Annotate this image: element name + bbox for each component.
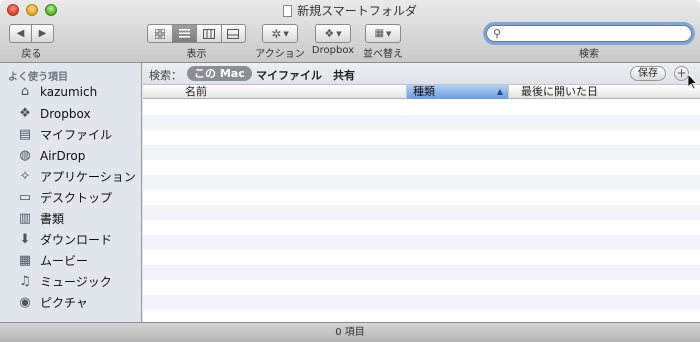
sidebar-item-label: デスクトップ [40,191,113,205]
list-view-icon[interactable] [172,25,197,42]
chevron-down-icon: ▼ [283,29,289,38]
movies-icon: ▦ [18,253,32,268]
finder-window: 新規スマートフォルダ ◀ ▶ 戻る 表示 ✲ ▼ アクション ❖ ▼ Dropb… [0,0,700,342]
back-arrow-icon[interactable]: ◀ [10,25,32,42]
sidebar-item-label: AirDrop [40,148,86,163]
empty-row [143,250,700,265]
back-label: 戻る [21,49,42,60]
sidebar-item-music[interactable]: ♫ ミュージック [0,271,141,292]
empty-row [143,280,700,295]
search-field[interactable]: ⚲ [486,25,692,42]
sidebar-item-airdrop[interactable]: ◍ AirDrop [0,145,141,166]
add-criteria-button[interactable]: + [674,66,689,81]
save-search-button[interactable]: 保存 [630,66,666,81]
cover-flow-view-icon[interactable] [222,25,246,42]
empty-row [143,145,700,160]
dropbox-menu-button[interactable]: ❖ ▼ [315,24,351,43]
action-label: アクション [255,49,305,60]
arrange-button[interactable]: ▦ ▼ [365,24,401,43]
back-forward-control: ◀ ▶ [9,24,54,43]
view-switcher [147,24,246,43]
column-kind-header[interactable]: 種類 ▲ [407,85,509,99]
empty-row [143,175,700,190]
downloads-icon: ⬇ [19,232,31,247]
gear-icon: ✲ [271,26,282,41]
search-input[interactable] [503,27,683,40]
empty-row [143,220,700,235]
plus-icon: + [676,66,687,80]
chevron-down-icon: ▼ [386,29,392,38]
sidebar-item-label: ダウンロード [40,233,113,247]
arrange-icon: ▦ [374,28,385,39]
sidebar-item-kazumich[interactable]: ⌂ kazumich [0,81,141,102]
sidebar-item-dropbox[interactable]: ❖ Dropbox [0,103,141,124]
music-icon: ♫ [19,274,31,289]
content-pane: 検索： この Mac マイファイル 共有 保存 + 名前 種類 ▲ 最後に開いた… [143,63,700,322]
sidebar-item-label: ピクチャ [40,296,88,310]
sidebar-item-documents[interactable]: ▥ 書類 [0,208,141,229]
empty-row [143,115,700,130]
column-header-row: 名前 種類 ▲ 最後に開いた日 [143,85,700,99]
column-name-header[interactable]: 名前 [143,85,407,99]
sidebar-item-label: ムービー [40,254,89,268]
empty-row [143,130,700,145]
empty-row [143,295,700,310]
chevron-down-icon: ▼ [336,29,342,38]
sidebar-item-label: Dropbox [40,106,91,121]
sidebar-item-applications[interactable]: ✧ アプリケーション [0,166,141,187]
empty-row [143,160,700,175]
sidebar-item-label: アプリケーション [40,170,136,184]
empty-row [143,100,700,115]
applications-icon: ✧ [19,169,31,184]
sidebar-item-movies[interactable]: ▦ ムービー [0,250,141,271]
sidebar-item-desktop[interactable]: ▭ デスクトップ [0,187,141,208]
mouse-cursor-icon [688,74,698,90]
sidebar-item-my-files[interactable]: ▤ マイファイル [0,124,141,145]
pictures-icon: ◉ [19,295,31,310]
action-button[interactable]: ✲ ▼ [262,24,298,43]
sidebar: よく使う項目 ⌂ kazumich ❖ Dropbox ▤ マイファイル ◍ A… [0,63,142,322]
sidebar-item-pictures[interactable]: ◉ ピクチャ [0,292,141,313]
sidebar-item-label: ミュージック [40,275,112,289]
empty-row [143,190,700,205]
home-icon: ⌂ [20,84,30,99]
column-view-icon[interactable] [197,25,222,42]
sidebar-item-label: 書類 [40,212,65,226]
arrange-label: 並べ替え [363,49,403,60]
view-label: 表示 [186,49,207,60]
empty-row [143,205,700,220]
sidebar-item-downloads[interactable]: ⬇ ダウンロード [0,229,141,250]
all-my-files-icon: ▤ [18,127,32,142]
sidebar-item-label: kazumich [40,84,98,99]
documents-icon: ▥ [18,211,32,226]
empty-row [143,265,700,280]
file-list[interactable] [143,100,700,322]
smart-folder-icon [283,5,293,17]
status-bar: 0 項目 [0,322,700,342]
scope-this-mac-button[interactable]: この Mac [187,66,252,81]
desktop-icon: ▭ [18,190,32,205]
icon-view-icon[interactable] [148,25,173,42]
scope-shared-button[interactable]: 共有 [333,67,355,83]
search-scope-bar: 検索： この Mac マイファイル 共有 保存 + [143,63,700,85]
search-scope-label: 検索： [149,69,182,82]
search-label: 検索 [579,49,599,60]
dropbox-icon: ❖ [19,106,31,121]
column-last-opened-header[interactable]: 最後に開いた日 [509,85,700,99]
sidebar-item-label: マイファイル [40,128,113,142]
empty-row [143,235,700,250]
dropbox-icon: ❖ [324,27,335,40]
window-title: 新規スマートフォルダ [0,2,700,19]
airdrop-icon: ◍ [19,148,31,163]
column-kind-label: 種類 [413,85,435,98]
dropbox-label: Dropbox [311,45,355,56]
search-icon: ⚲ [493,27,502,40]
scope-my-files-button[interactable]: マイファイル [256,67,322,83]
title-bar: 新規スマートフォルダ ◀ ▶ 戻る 表示 ✲ ▼ アクション ❖ ▼ Dropb… [0,0,700,63]
forward-arrow-icon[interactable]: ▶ [32,25,53,42]
sort-ascending-icon: ▲ [496,87,503,96]
